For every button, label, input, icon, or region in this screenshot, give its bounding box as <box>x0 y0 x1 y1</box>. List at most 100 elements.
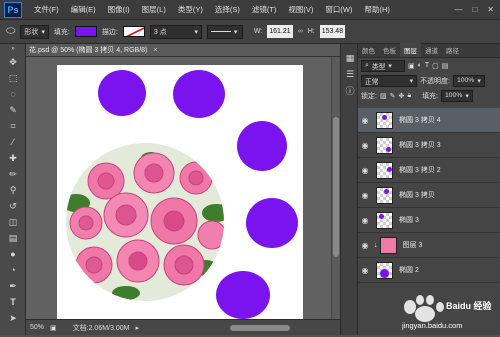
menu-window[interactable]: 窗口(W) <box>319 4 358 15</box>
lock-transparent-icon[interactable]: ▨ <box>380 92 387 100</box>
dodge-tool-icon[interactable]: ◔ <box>0 262 26 278</box>
pen-tool-icon[interactable]: ✒ <box>0 278 26 294</box>
zoom-level[interactable]: 50% <box>30 324 44 331</box>
collapse-icon[interactable]: » <box>0 44 26 54</box>
line-style-icon <box>210 31 231 32</box>
layer-row[interactable]: ◉ 椭圆 2 <box>358 258 500 283</box>
layer-row[interactable]: ◉ 椭圆 3 <box>358 208 500 233</box>
purple-circle-2[interactable] <box>173 70 225 118</box>
vertical-scrollbar[interactable] <box>331 57 340 319</box>
minimize-button[interactable]: — <box>454 5 462 14</box>
clip-arrow-icon: ↓ <box>374 241 378 249</box>
move-tool-icon[interactable]: ✥ <box>0 54 26 70</box>
eraser-tool-icon[interactable]: ◫ <box>0 214 26 230</box>
link-icon[interactable]: ∞ <box>298 28 303 35</box>
tab-color[interactable]: 颜色 <box>358 43 379 57</box>
filter-smart-icon[interactable]: ▤ <box>442 62 449 70</box>
info-panel-icon[interactable]: ⓘ <box>341 82 359 98</box>
no-stroke-icon <box>126 27 144 36</box>
menu-type[interactable]: 类型(Y) <box>172 4 209 15</box>
layer-row[interactable]: ◉ 椭圆 3 拷贝 3 <box>358 133 500 158</box>
opacity-field[interactable]: 100% ▾ <box>452 74 485 87</box>
properties-panel-icon[interactable]: ☰ <box>341 66 359 82</box>
fill-label: 填充: <box>53 28 70 36</box>
eye-icon[interactable]: ◉ <box>358 191 372 200</box>
width-field[interactable]: 161.21 <box>267 25 293 38</box>
eye-icon[interactable]: ◉ <box>358 116 372 125</box>
height-field[interactable]: 153.48 <box>319 25 346 38</box>
lock-paint-icon[interactable]: ✎ <box>390 92 396 100</box>
purple-circle-3[interactable] <box>237 121 287 171</box>
blend-mode-dropdown[interactable]: 正常 ▾ <box>361 74 417 87</box>
close-window-button[interactable]: ✕ <box>487 5 494 14</box>
stroke-type-dropdown[interactable]: ▾ <box>206 24 243 39</box>
filter-shape-icon[interactable]: ▢ <box>432 62 439 70</box>
menu-view[interactable]: 视图(V) <box>282 4 319 15</box>
chevron-down-icon: ▾ <box>388 62 392 70</box>
history-panel-icon[interactable]: ▦ <box>341 50 359 66</box>
ellipse-tool-icon[interactable]: ⬭ <box>6 25 15 38</box>
arrow-right-icon[interactable]: ▸ <box>135 324 139 332</box>
document-tab[interactable]: 花.psd @ 50% (椭圆 3 拷贝 4, RGB/8) × <box>26 44 340 57</box>
eye-icon[interactable]: ◉ <box>358 241 372 250</box>
lock-move-icon[interactable]: ✥ <box>398 92 404 100</box>
menu-image[interactable]: 图像(I) <box>102 4 136 15</box>
lasso-tool-icon[interactable]: ◌ <box>0 86 26 102</box>
layer-row[interactable]: ◉ 椭圆 3 拷贝 2 <box>358 158 500 183</box>
layer-row[interactable]: ◉ 椭圆 3 拷贝 4 <box>358 108 500 133</box>
marquee-tool-icon[interactable]: ⬚ <box>0 70 26 86</box>
menu-layer[interactable]: 图层(L) <box>136 4 172 15</box>
history-brush-icon[interactable]: ↺ <box>0 198 26 214</box>
eyedropper-tool-icon[interactable]: ⁄ <box>0 134 26 150</box>
purple-circle-5[interactable] <box>216 271 270 319</box>
layer-row[interactable]: ◉ 椭圆 3 拷贝 <box>358 183 500 208</box>
search-icon: ⌕ <box>365 61 369 69</box>
eye-icon[interactable]: ◉ <box>358 266 372 275</box>
document-info[interactable]: 文档:2.06M/3.00M <box>73 323 130 333</box>
filter-pixel-icon[interactable]: ▣ <box>408 62 415 70</box>
filter-type-icon[interactable]: T <box>425 62 429 69</box>
clone-stamp-icon[interactable]: ⚲ <box>0 182 26 198</box>
menu-filter[interactable]: 滤镜(T) <box>246 4 283 15</box>
eye-icon[interactable]: ◉ <box>358 216 372 225</box>
gradient-tool-icon[interactable]: ▤ <box>0 230 26 246</box>
vertical-scroll-thumb[interactable] <box>333 117 339 257</box>
eye-icon[interactable]: ◉ <box>358 166 372 175</box>
menu-file[interactable]: 文件(F) <box>28 4 65 15</box>
tab-layers[interactable]: 图层 <box>400 43 421 57</box>
layer-name: 椭圆 2 <box>399 267 419 274</box>
layer-row[interactable]: ◉ ↓ 图层 3 <box>358 233 500 258</box>
purple-circle-1[interactable] <box>98 70 146 116</box>
horizontal-scroll-thumb[interactable] <box>230 324 290 331</box>
tab-swatches[interactable]: 色板 <box>379 43 400 57</box>
tab-paths[interactable]: 路径 <box>442 43 463 57</box>
lock-all-icon[interactable]: 🔒︎ <box>407 92 411 100</box>
purple-circle-4[interactable] <box>246 198 298 248</box>
quick-select-tool-icon[interactable]: ✎ <box>0 102 26 118</box>
maximize-button[interactable]: □ <box>472 5 477 14</box>
brush-tool-icon[interactable]: ✏ <box>0 166 26 182</box>
layer-fill-field[interactable]: 100% ▾ <box>441 89 473 102</box>
canvas-area[interactable] <box>26 57 331 319</box>
blur-tool-icon[interactable]: ● <box>0 246 26 262</box>
chevron-down-icon: ▾ <box>409 77 413 85</box>
menu-select[interactable]: 选择(S) <box>209 4 246 15</box>
stroke-width-field[interactable]: 3 点 ▾ <box>149 24 202 39</box>
shape-mode-dropdown[interactable]: 形状 ▾ <box>20 24 49 39</box>
menu-edit[interactable]: 编辑(E) <box>65 4 102 15</box>
path-select-tool-icon[interactable]: ➤ <box>0 310 26 326</box>
stroke-color-swatch[interactable] <box>122 26 145 37</box>
rose-photo-circle[interactable] <box>66 143 224 301</box>
close-tab-icon[interactable]: × <box>153 47 157 54</box>
layer-filter-dropdown[interactable]: ⌕ 类型 ▾ <box>361 59 405 72</box>
fill-color-swatch[interactable] <box>74 26 97 37</box>
watermark-brand: Baidu 经验 <box>446 301 492 311</box>
filter-adjust-icon[interactable]: ◐ <box>418 62 422 69</box>
tab-channels[interactable]: 通道 <box>421 43 442 57</box>
type-tool-icon[interactable]: T <box>0 294 26 310</box>
eye-icon[interactable]: ◉ <box>358 141 372 150</box>
healing-brush-icon[interactable]: ✚ <box>0 150 26 166</box>
crop-tool-icon[interactable]: ⌗ <box>0 118 26 134</box>
document-canvas[interactable] <box>57 65 303 319</box>
menu-help[interactable]: 帮助(H) <box>359 4 396 15</box>
